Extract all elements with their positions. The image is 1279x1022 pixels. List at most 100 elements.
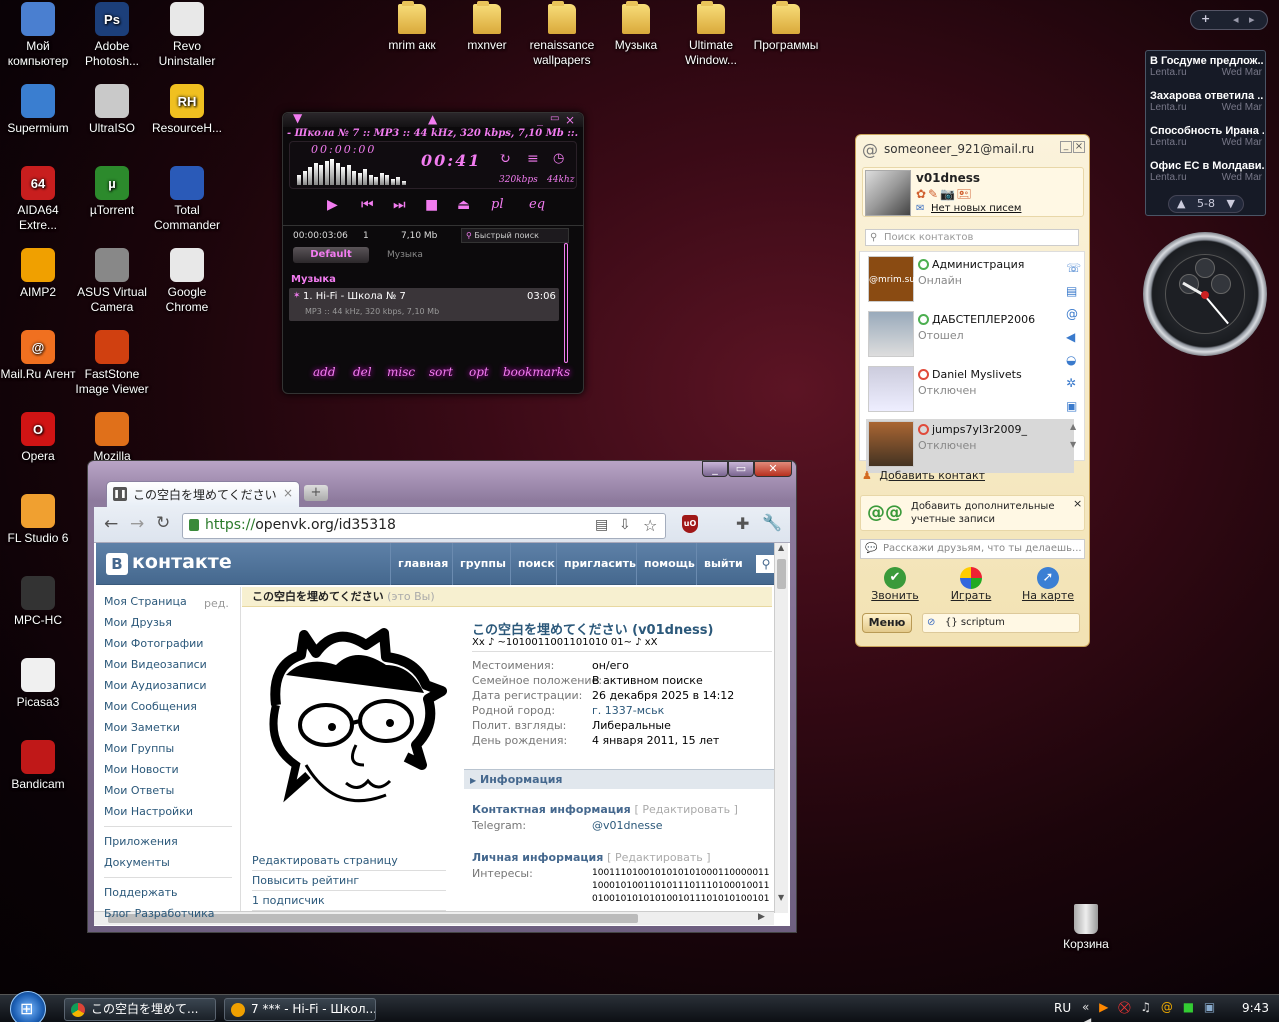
playlist-tab-default[interactable]: Default	[293, 247, 369, 263]
info-section-header[interactable]: ▶ Информация	[464, 769, 774, 789]
pager-down-icon[interactable]: ▼	[1226, 197, 1234, 210]
tray-shield-icon[interactable]: ⛒	[1118, 1000, 1133, 1014]
eject-button[interactable]: ⏏	[457, 197, 470, 213]
quick-search[interactable]: ⚲ Быстрый поиск	[461, 228, 569, 243]
tray-expand-icon[interactable]: «	[1082, 1000, 1092, 1014]
desktop-folder[interactable]: Ultimate Window...	[673, 1, 749, 68]
news-pager[interactable]: ▲ 5-8 ▼	[1168, 195, 1244, 213]
add-contact-row[interactable]: ♟ Добавить контакт	[862, 469, 1082, 485]
agent-minimize-button[interactable]: _	[1060, 141, 1072, 153]
recycle-bin[interactable]: Корзина	[1048, 904, 1124, 952]
profile-action-link[interactable]: Повысить рейтинг	[252, 871, 446, 891]
extensions-icon[interactable]: ✚	[736, 514, 749, 533]
action-map[interactable]: ➚ На карте	[1020, 567, 1076, 602]
bookmark-star-icon[interactable]: ☆	[643, 516, 657, 535]
playlist-toggle-icon[interactable]: ≡	[527, 151, 539, 167]
contact-edit-link[interactable]: [ Редактировать ]	[635, 803, 738, 816]
vk-menu-item[interactable]: Мои Сообщения	[104, 696, 232, 717]
equalizer-button[interactable]: eq	[529, 197, 545, 212]
address-bar[interactable]: https://openvk.org/id35318 ▤ ⇩ ☆	[182, 513, 666, 539]
desktop-icon[interactable]: FastStone Image Viewer	[74, 330, 150, 397]
status-message-input[interactable]: 💬 Расскажи друзьям, что ты делаешь...	[860, 539, 1085, 559]
page-scrollbar[interactable]: ▲ ▼	[774, 543, 788, 913]
news-item[interactable]: В Госдуме предлож... Lenta.ru Wed Mar	[1150, 55, 1264, 78]
stop-button[interactable]: ■	[425, 197, 438, 213]
tray-network-icon[interactable]: ▣	[1204, 1000, 1218, 1014]
playlist-menu-add[interactable]: add	[313, 365, 336, 379]
new-tab-button[interactable]: +	[304, 485, 328, 501]
playlist-menu-bookmarks[interactable]: bookmarks	[503, 365, 570, 379]
vk-menu-item[interactable]: Поддержать	[104, 882, 232, 903]
vk-menu-item[interactable]: Мои Друзья	[104, 612, 232, 633]
playlist-track-row[interactable]: ✶ 1. Hi-Fi - Школа № 7 03:06 MP3 :: 44 k…	[289, 288, 559, 321]
action-play[interactable]: Играть	[946, 567, 996, 602]
back-icon[interactable]: ←	[104, 514, 118, 534]
start-button[interactable]: ⊞	[10, 991, 46, 1022]
desktop-icon[interactable]: µ µTorrent	[74, 166, 150, 218]
vk-menu-item[interactable]: Блог Разработчика	[104, 903, 232, 924]
agent-user-avatar[interactable]	[865, 170, 911, 216]
tray-app-icon[interactable]: ▶	[1099, 1000, 1111, 1014]
vk-menu-item[interactable]: Документы	[104, 852, 232, 873]
hscroll-right-icon[interactable]: ▶	[758, 912, 765, 922]
playlist-menu-del[interactable]: del	[353, 365, 372, 379]
action-call[interactable]: ✔ Звонить	[870, 567, 920, 602]
desktop-icon[interactable]: 64 AIDA64 Extre...	[0, 166, 76, 233]
desktop-icon[interactable]: O Opera	[0, 412, 76, 464]
scroll-thumb[interactable]	[777, 559, 786, 589]
timer-icon[interactable]: ◷	[553, 151, 564, 166]
desktop-icon[interactable]: Google Chrome	[149, 248, 225, 315]
playlist-menu-sort[interactable]: sort	[429, 365, 453, 379]
add-gadget-icon[interactable]: +	[1201, 12, 1210, 25]
scriptum-button[interactable]: ⊘ {} scriptum	[922, 613, 1080, 633]
side-tool-icons[interactable]: ☏ ▤ @ ◀ ◒ ✲ ▣	[1066, 257, 1082, 418]
telegram-value[interactable]: @v01dnesse	[592, 819, 662, 832]
vk-nav-4[interactable]: помощь	[636, 543, 702, 585]
menu-edit-link[interactable]: ред.	[204, 597, 229, 610]
vk-nav-1[interactable]: группы	[452, 543, 513, 585]
chrome-window[interactable]: _ ▭ ✕ ❚❚ この空白を埋めてください × + ← → ↻ https://…	[87, 460, 797, 933]
agent-close-button[interactable]: ×	[1073, 141, 1085, 153]
desktop-icon[interactable]: AIMP2	[0, 248, 76, 300]
vk-menu-item[interactable]: Мои Видеозаписи	[104, 654, 232, 675]
contact-item[interactable]: Daniel Myslivets Отключен	[866, 364, 1074, 418]
tray-volume-icon[interactable]: ◀	[1082, 1015, 1094, 1022]
desktop-icon[interactable]: Ps Adobe Photosh...	[74, 2, 150, 69]
next-track-button[interactable]: ⏭	[393, 197, 406, 213]
vk-menu-item[interactable]: Мои Аудиозаписи	[104, 675, 232, 696]
desktop-folder[interactable]: Программы	[748, 1, 824, 53]
desktop-icon[interactable]: RH ResourceH...	[149, 84, 225, 136]
maximize-button[interactable]: ▭	[728, 461, 754, 477]
vk-menu-item[interactable]: Мои Настройки	[104, 801, 232, 822]
play-button[interactable]: ▶	[327, 197, 338, 213]
profile-action-link[interactable]: 1 подписчик	[252, 891, 446, 911]
system-tray[interactable]: « ▶ ⛒ ♫ @ ■ ▣ ◀	[1082, 1000, 1232, 1022]
agent-menu-button[interactable]: Меню	[862, 613, 912, 633]
vk-nav-0[interactable]: главная	[390, 543, 455, 585]
news-item[interactable]: Способность Ирана ... Lenta.ru Wed Mar	[1150, 125, 1264, 148]
task-aimp[interactable]: 7 *** - Hi-Fi - Школ...	[224, 998, 376, 1021]
contact-scrollbar[interactable]: ▲ ▼	[1070, 422, 1080, 460]
reader-icon[interactable]: ▤	[595, 517, 608, 533]
close-button[interactable]: ✕	[754, 461, 792, 477]
download-page-icon[interactable]: ⇩	[619, 517, 631, 533]
desktop-icon[interactable]: FL Studio 6	[0, 494, 76, 546]
clock[interactable]: 9:43	[1242, 1001, 1269, 1015]
add-contact-link[interactable]: Добавить контакт	[879, 469, 985, 482]
repeat-icon[interactable]: ↻	[499, 151, 511, 167]
player-shade-button[interactable]: ▭	[550, 113, 559, 124]
forward-icon[interactable]: →	[130, 514, 144, 534]
desktop-icon[interactable]: Мой компьютер	[0, 2, 76, 69]
vk-nav-5[interactable]: выйти	[696, 543, 750, 585]
desktop-icon[interactable]: Bandicam	[0, 740, 76, 792]
tray-green-icon[interactable]: ■	[1183, 1000, 1197, 1014]
tray-bell-icon[interactable]: ♫	[1140, 1000, 1154, 1014]
scroll-up-icon[interactable]: ▲	[778, 543, 784, 552]
language-indicator[interactable]: RU	[1054, 1001, 1071, 1015]
player-close-button[interactable]: ×	[565, 113, 575, 127]
aimp-player-window[interactable]: ▼ ▲ _ ▭ × - Школа № 7 :: MP3 :: 44 kHz, …	[282, 111, 584, 394]
prev-track-button[interactable]: ⏮	[361, 197, 374, 213]
desktop-icon[interactable]: Total Commander	[149, 166, 225, 233]
player-menu-icon[interactable]: ▼	[293, 111, 302, 125]
playlist-menu-misc[interactable]: misc	[387, 365, 415, 379]
